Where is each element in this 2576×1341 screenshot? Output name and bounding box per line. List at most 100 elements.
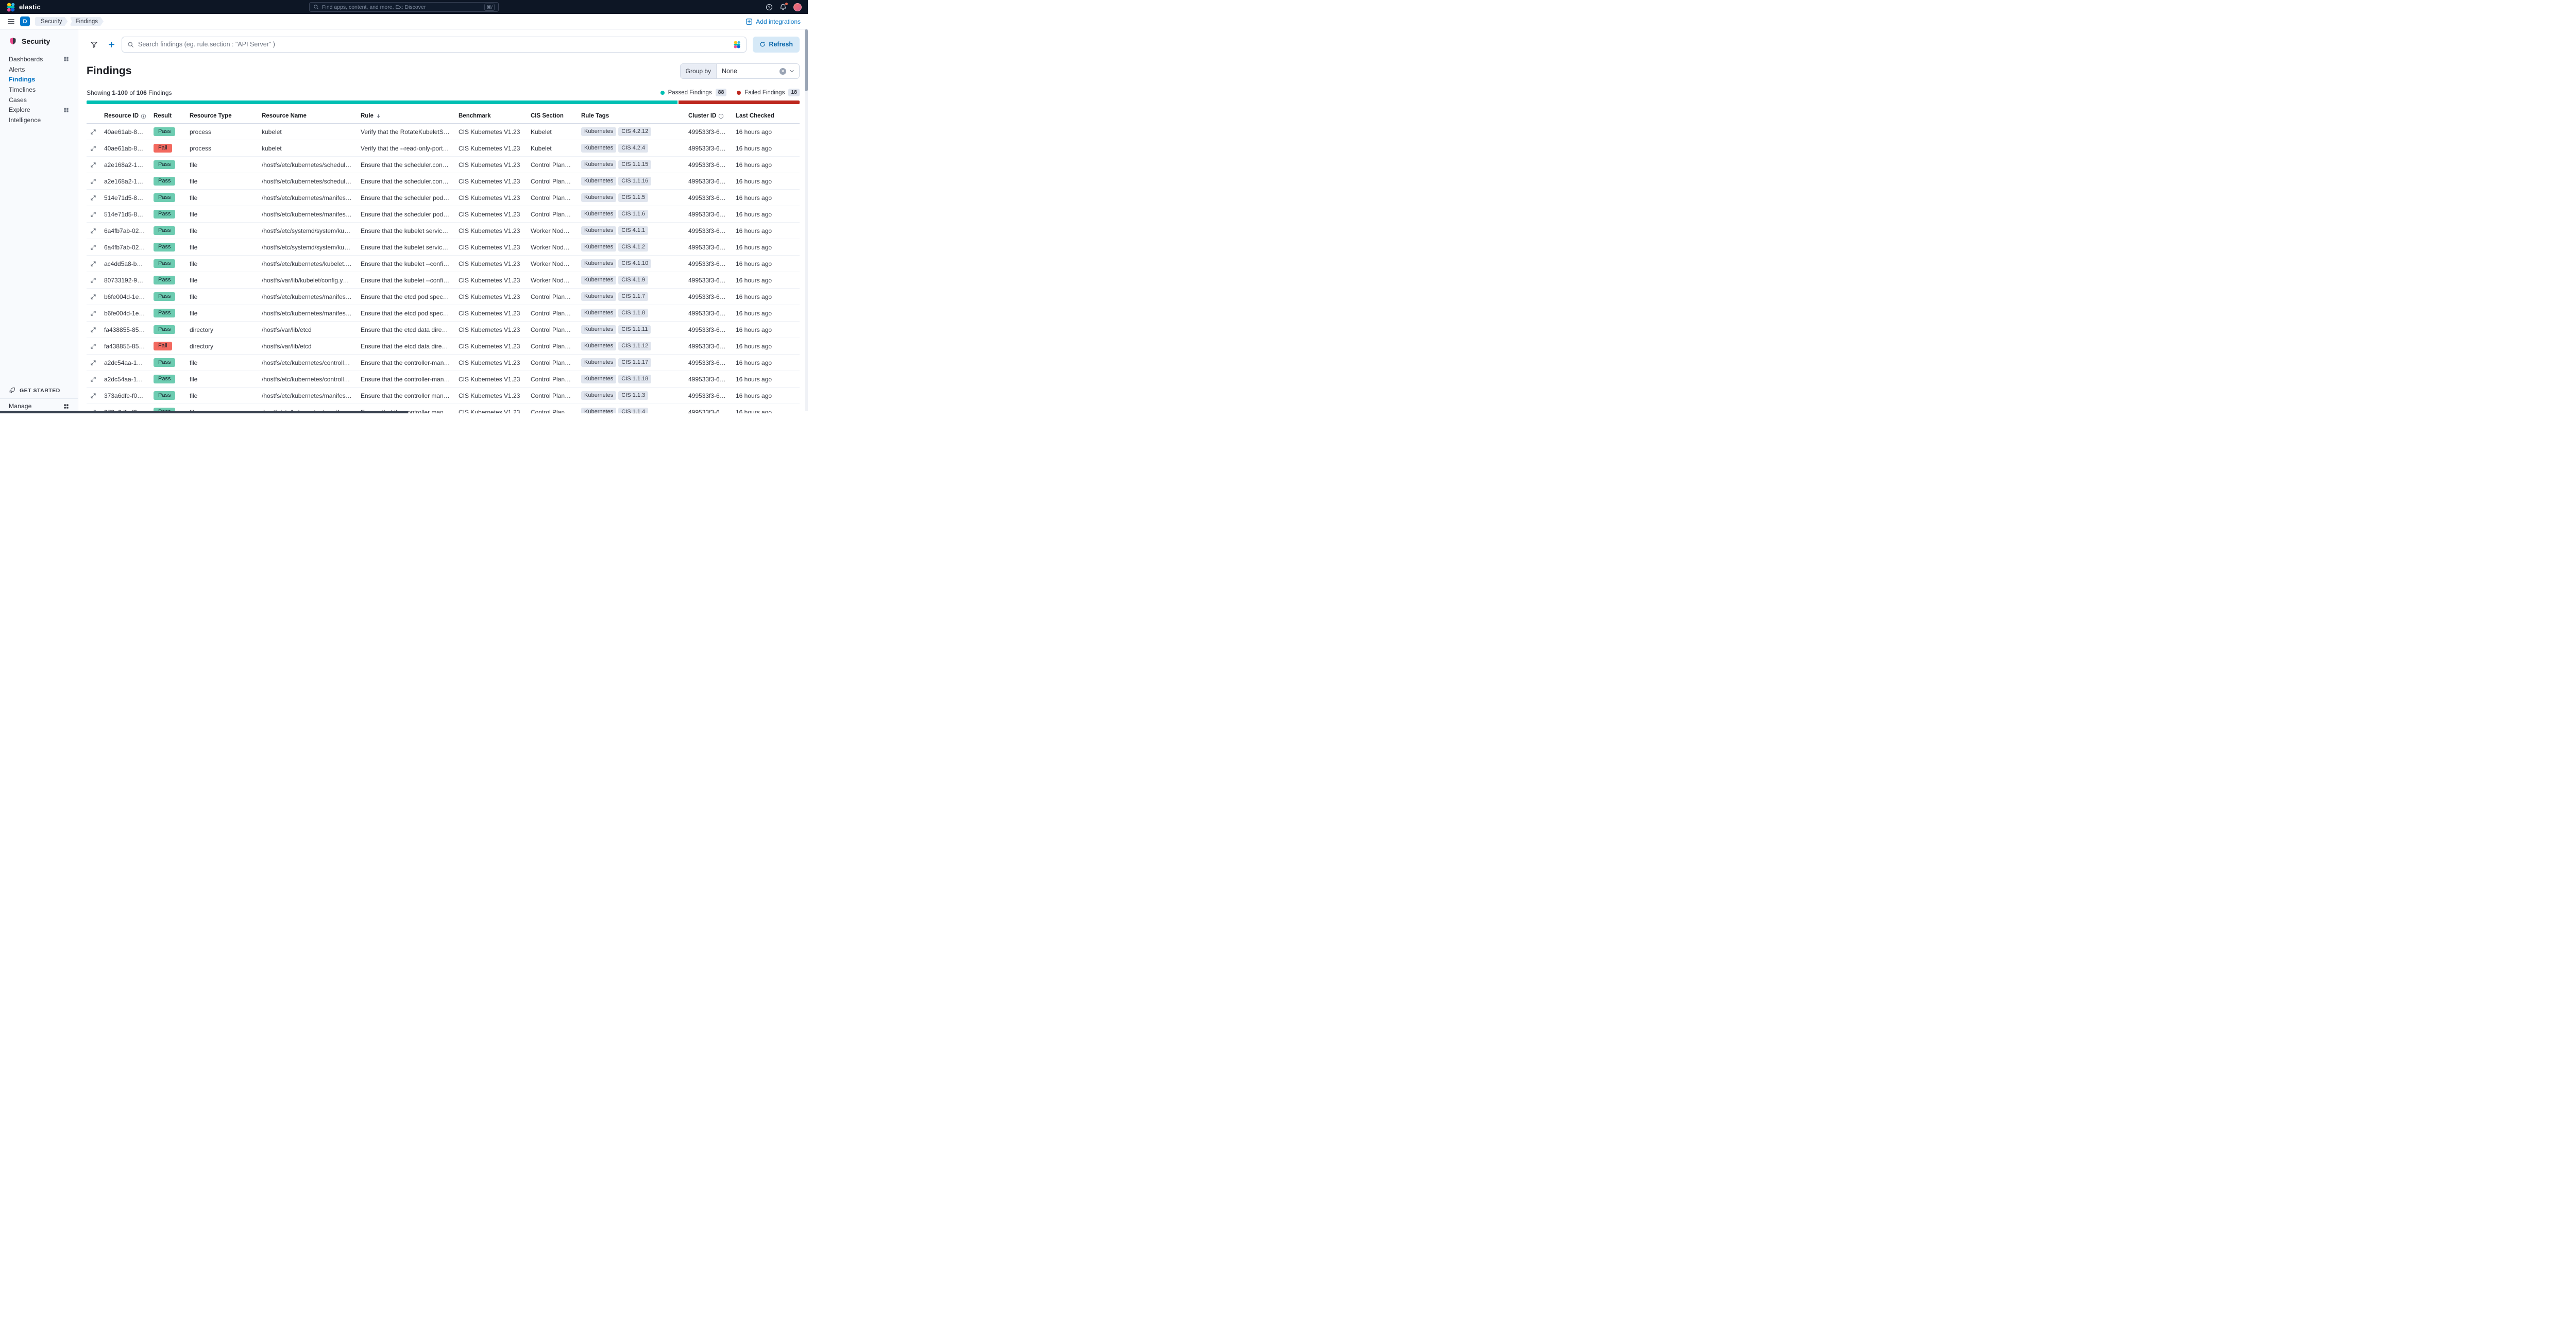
global-search-input[interactable] <box>322 4 482 10</box>
result-badge: Pass <box>154 358 176 367</box>
rule-tag-badge: Kubernetes <box>581 408 617 413</box>
expand-finding-button[interactable] <box>88 293 99 301</box>
findings-search-input[interactable] <box>138 41 730 48</box>
rule-tag-badge: CIS 1.1.16 <box>618 177 652 186</box>
sidebar-item-findings[interactable]: Findings <box>0 74 78 85</box>
cluster-id-cell: 499533f3-6237-... <box>684 206 732 223</box>
result-badge: Pass <box>154 391 176 400</box>
breadcrumb-findings[interactable]: Findings <box>70 17 104 26</box>
vertical-scrollbar[interactable] <box>805 29 808 411</box>
cis-section-cell: Worker Node Confi... <box>527 239 577 256</box>
result-badge: Pass <box>154 177 176 186</box>
rule-tags-cell: Kubernetes CIS 1.1.18 <box>577 371 684 388</box>
search-icon <box>127 41 134 48</box>
horizontal-scrollbar-thumb[interactable] <box>0 411 408 413</box>
cluster-id-cell: 499533f3-6237-... <box>684 321 732 338</box>
rule-tag-badge: Kubernetes <box>581 342 617 350</box>
cluster-id-cell: 499533f3-6237-... <box>684 371 732 388</box>
col-result[interactable]: Result <box>149 109 185 124</box>
pass-fail-distribution-bar[interactable] <box>87 100 800 104</box>
benchmark-cell: CIS Kubernetes V1.23 <box>454 321 527 338</box>
expand-finding-button[interactable] <box>88 128 99 136</box>
last-checked-cell: 16 hours ago <box>732 173 800 190</box>
col-cis-section[interactable]: CIS Section <box>527 109 577 124</box>
expand-finding-button[interactable] <box>88 177 99 186</box>
user-avatar[interactable] <box>793 3 802 11</box>
refresh-button[interactable]: Refresh <box>753 36 800 53</box>
resource-id-cell: 6a4fb7ab-02e3-... <box>100 222 149 239</box>
resource-type-cell: file <box>185 239 258 256</box>
resource-name-cell: /hostfs/var/lib/etcd <box>258 321 357 338</box>
info-icon[interactable] <box>141 113 146 119</box>
col-rule-tags[interactable]: Rule Tags <box>577 109 684 124</box>
help-icon[interactable]: ? <box>766 4 773 11</box>
filter-menu-button[interactable] <box>87 37 101 52</box>
cis-section-cell: Control Plane Node... <box>527 206 577 223</box>
grid-icon <box>63 404 69 409</box>
col-resource-id[interactable]: Resource ID <box>100 109 149 124</box>
rule-tags-cell: Kubernetes CIS 1.1.16 <box>577 173 684 190</box>
rule-tag-badge: Kubernetes <box>581 144 617 153</box>
resource-type-cell: file <box>185 305 258 322</box>
sidebar-item-dashboards[interactable]: Dashboards <box>0 54 78 64</box>
expand-finding-button[interactable] <box>88 326 99 334</box>
sidebar-item-alerts[interactable]: Alerts <box>0 64 78 75</box>
col-resource-type[interactable]: Resource Type <box>185 109 258 124</box>
col-resource-name[interactable]: Resource Name <box>258 109 357 124</box>
col-cluster-id[interactable]: Cluster ID <box>684 109 732 124</box>
expand-finding-button[interactable] <box>88 161 99 169</box>
failed-segment[interactable] <box>679 100 800 104</box>
add-integrations-button[interactable]: Add integrations <box>745 18 801 25</box>
failed-count-badge: 18 <box>788 89 800 96</box>
filter-icon <box>90 41 98 48</box>
expand-finding-button[interactable] <box>88 342 99 350</box>
breadcrumb-security[interactable]: Security <box>35 17 68 26</box>
cluster-id-cell: 499533f3-6237-... <box>684 156 732 173</box>
rule-cell: Ensure that the scheduler pod specificat… <box>357 189 454 206</box>
expand-finding-button[interactable] <box>88 359 99 367</box>
expand-finding-button[interactable] <box>88 260 99 268</box>
elastic-brand[interactable]: elastic <box>6 3 41 12</box>
resource-name-cell: /hostfs/etc/systemd/system/kubelet.servi… <box>258 239 357 256</box>
expand-finding-button[interactable] <box>88 243 99 252</box>
rule-tag-badge: CIS 4.1.9 <box>618 276 649 284</box>
expand-finding-button[interactable] <box>88 375 99 383</box>
resource-id-cell: ac4dd5a8-be30-... <box>100 255 149 272</box>
rule-tag-badge: CIS 1.1.5 <box>618 193 649 202</box>
expand-finding-button[interactable] <box>88 194 99 202</box>
elastic-assistant-icon[interactable] <box>733 41 741 48</box>
passed-segment[interactable] <box>87 100 678 104</box>
sidebar-item-explore[interactable]: Explore <box>0 105 78 115</box>
sidebar-item-intelligence[interactable]: Intelligence <box>0 115 78 125</box>
result-badge: Pass <box>154 325 176 334</box>
sidebar-item-cases[interactable]: Cases <box>0 95 78 105</box>
resource-id-cell: 6a4fb7ab-02e3-... <box>100 239 149 256</box>
expand-finding-button[interactable] <box>88 227 99 235</box>
get-started-button[interactable]: GET STARTED <box>0 382 78 398</box>
findings-search-box[interactable] <box>122 36 747 53</box>
rule-tag-badge: CIS 1.1.8 <box>618 309 649 317</box>
col-last-checked[interactable]: Last Checked <box>732 109 800 124</box>
global-header: elastic ⌘/ ? <box>0 0 808 14</box>
menu-hamburger-icon[interactable] <box>7 18 15 25</box>
expand-finding-button[interactable] <box>88 309 99 317</box>
expand-finding-button[interactable] <box>88 210 99 219</box>
expand-finding-button[interactable] <box>88 276 99 284</box>
col-benchmark[interactable]: Benchmark <box>454 109 527 124</box>
rule-tag-badge: Kubernetes <box>581 358 617 367</box>
global-search[interactable]: ⌘/ <box>309 2 499 12</box>
notifications-bell-icon[interactable] <box>779 2 788 11</box>
vertical-scrollbar-thumb[interactable] <box>805 29 808 91</box>
group-by-select[interactable]: Group by None ✕ <box>680 63 800 79</box>
expand-finding-button[interactable] <box>88 392 99 400</box>
result-badge: Fail <box>154 342 172 350</box>
add-filter-button[interactable] <box>104 37 118 52</box>
rule-tag-badge: CIS 4.2.4 <box>618 144 649 153</box>
expand-finding-button[interactable] <box>88 144 99 153</box>
rule-cell: Ensure that the kubelet --config configu… <box>357 272 454 289</box>
sidebar-item-timelines[interactable]: Timelines <box>0 85 78 95</box>
deployment-badge[interactable]: D <box>20 16 30 26</box>
clear-group-by-icon[interactable]: ✕ <box>779 68 786 75</box>
info-icon[interactable] <box>718 113 724 119</box>
col-rule[interactable]: Rule <box>357 109 454 124</box>
